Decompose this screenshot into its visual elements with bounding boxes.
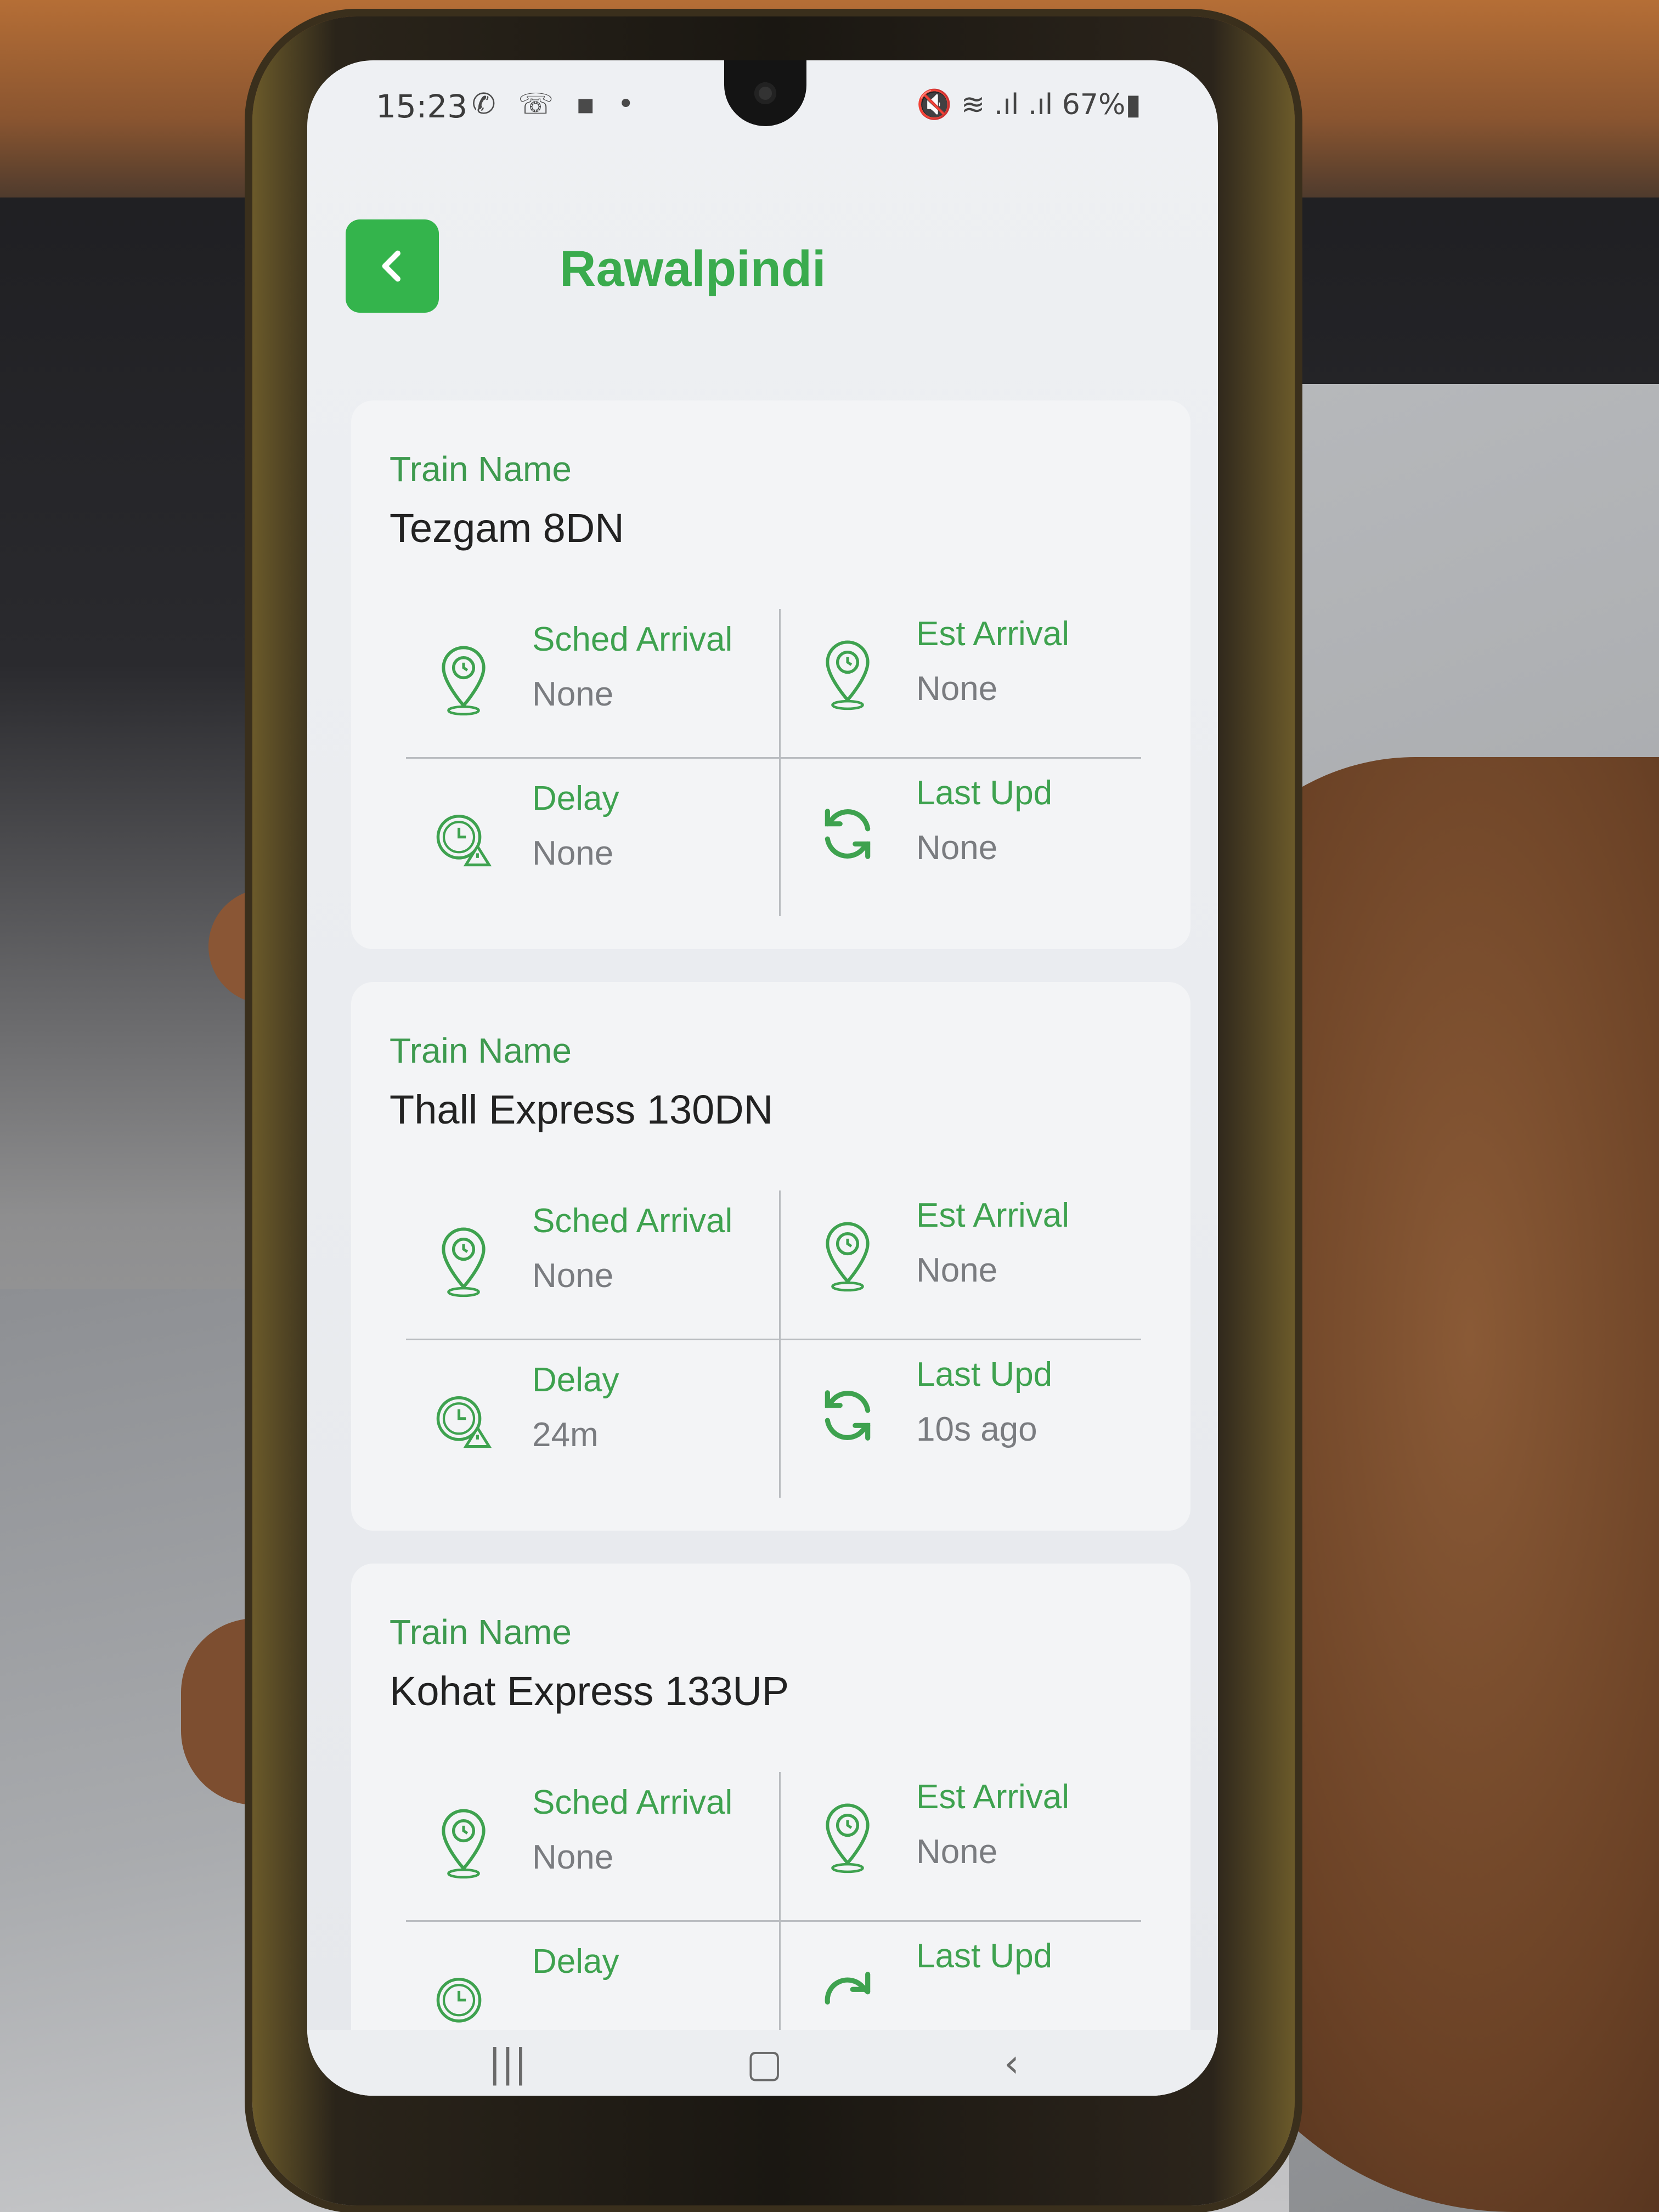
est-arrival-cell: Est Arrival None <box>790 1767 1141 1893</box>
train-name-label: Train Name <box>390 449 572 489</box>
divider <box>406 1339 1141 1340</box>
page-header: Rawalpindi <box>346 219 1180 329</box>
chevron-left-icon <box>382 250 400 282</box>
est-arrival-value: None <box>916 670 998 708</box>
delay-label: Delay <box>532 780 619 817</box>
sched-arrival-label: Sched Arrival <box>532 1202 733 1240</box>
divider <box>406 757 1141 759</box>
delay-value: None <box>532 834 614 872</box>
battery-indicator: 67%▮ <box>1062 88 1141 121</box>
status-time: 15:23 <box>376 88 468 125</box>
est-arrival-label: Est Arrival <box>916 1197 1070 1234</box>
last-update-cell: Last Upd 10s ago <box>790 1344 1141 1470</box>
status-right: 🔇 ≋ .ıl .ıl 67%▮ <box>917 88 1142 121</box>
location-clock-icon <box>826 1222 870 1292</box>
est-arrival-value: None <box>916 1833 998 1871</box>
sched-arrival-value: None <box>532 1257 614 1295</box>
signal-icons: 🔇 ≋ .ıl .ıl <box>916 88 1053 121</box>
delay-cell: Delay None <box>406 768 757 894</box>
system-nav-bar: ||| ▢ ‹ <box>307 2030 1218 2096</box>
est-arrival-value: None <box>916 1251 998 1289</box>
last-update-label: Last Upd <box>916 1937 1053 1975</box>
delay-label: Delay <box>532 1361 619 1399</box>
train-name: Tezgam 8DN <box>390 505 624 551</box>
train-name: Kohat Express 133UP <box>390 1668 789 1714</box>
sched-arrival-label: Sched Arrival <box>532 620 733 658</box>
location-clock-icon <box>826 1803 870 1874</box>
page-title: Rawalpindi <box>560 241 826 297</box>
est-arrival-label: Est Arrival <box>916 615 1070 653</box>
notification-icons: ✆ ☏ ▪ • <box>472 88 641 121</box>
train-info-grid: Sched Arrival None Est Arrival None Dela… <box>406 1190 1174 1498</box>
location-clock-icon <box>442 1227 486 1297</box>
train-name-label: Train Name <box>390 1031 572 1070</box>
delay-label: Delay <box>532 1943 619 1980</box>
est-arrival-cell: Est Arrival None <box>790 603 1141 730</box>
train-name-label: Train Name <box>390 1612 572 1652</box>
divider <box>779 609 781 916</box>
last-update-cell: Last Upd None <box>790 763 1141 889</box>
sched-arrival-label: Sched Arrival <box>532 1784 733 1821</box>
sched-arrival-value: None <box>532 675 614 713</box>
train-card[interactable]: Train Name Tezgam 8DN Sched Arrival None… <box>351 400 1190 949</box>
refresh-icon <box>825 1390 871 1441</box>
last-update-value: None <box>916 829 998 867</box>
last-update-label: Last Upd <box>916 774 1053 812</box>
clock-warning-icon <box>436 1396 492 1448</box>
sched-arrival-cell: Sched Arrival None <box>406 609 757 735</box>
clock-warning-icon <box>436 1977 482 2023</box>
divider <box>406 1920 1141 1922</box>
sched-arrival-cell: Sched Arrival None <box>406 1772 757 1898</box>
phone-screen: 15:23 ✆ ☏ ▪ • 🔇 ≋ .ıl .ıl 67%▮ Rawalpind… <box>307 60 1218 2096</box>
location-clock-icon <box>826 640 870 710</box>
last-update-label: Last Upd <box>916 1356 1053 1393</box>
clock-warning-icon <box>436 814 492 867</box>
last-update-value: 10s ago <box>916 1410 1037 1448</box>
refresh-icon <box>825 809 871 859</box>
sched-arrival-value: None <box>532 1838 614 1876</box>
divider <box>779 1190 781 1498</box>
home-button[interactable]: ▢ <box>746 2041 782 2086</box>
location-clock-icon <box>442 646 486 716</box>
train-name: Thall Express 130DN <box>390 1087 774 1132</box>
sched-arrival-cell: Sched Arrival None <box>406 1190 757 1317</box>
train-card[interactable]: Train Name Thall Express 130DN Sched Arr… <box>351 982 1190 1531</box>
back-button[interactable] <box>346 219 439 313</box>
delay-value: 24m <box>532 1416 599 1454</box>
est-arrival-cell: Est Arrival None <box>790 1185 1141 1311</box>
train-info-grid: Sched Arrival None Est Arrival None Dela… <box>406 609 1174 916</box>
nav-back-button[interactable]: ‹ <box>1004 2041 1019 2086</box>
status-bar: 15:23 ✆ ☏ ▪ • 🔇 ≋ .ıl .ıl 67%▮ <box>307 88 1218 137</box>
delay-cell: Delay 24m <box>406 1350 757 1476</box>
refresh-icon <box>825 1972 871 2005</box>
recents-button[interactable]: ||| <box>488 2041 527 2086</box>
location-clock-icon <box>442 1809 486 1879</box>
est-arrival-label: Est Arrival <box>916 1778 1070 1816</box>
train-card[interactable]: Train Name Kohat Express 133UP Sched Arr… <box>351 1564 1190 2096</box>
